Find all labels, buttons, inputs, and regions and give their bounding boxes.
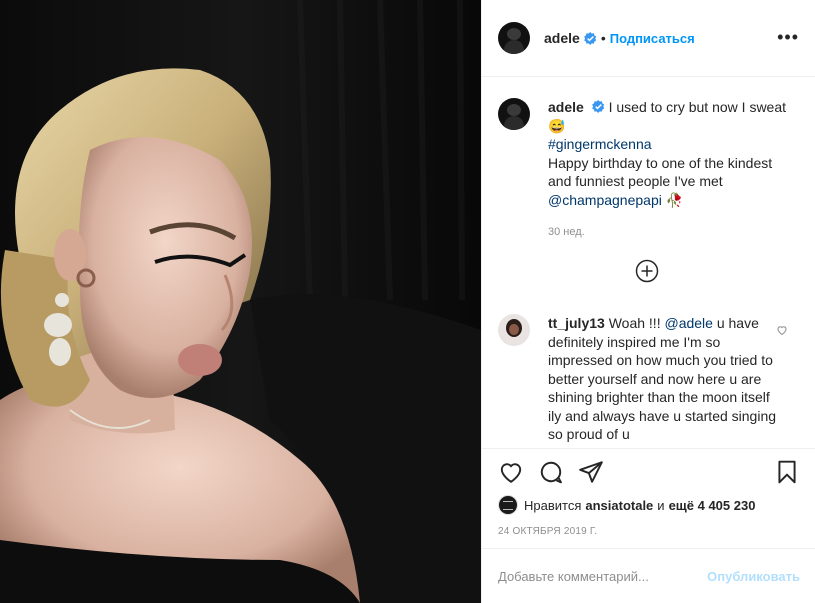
liker-avatar[interactable] (498, 495, 518, 515)
caption-username[interactable]: adele (548, 99, 584, 115)
publish-button[interactable]: Опубликовать (707, 569, 800, 584)
verified-icon (583, 31, 597, 45)
caption-text-1: I used to cry but now I sweat (608, 99, 787, 115)
comment-body: tt_july13 Woah !!! @adele u have definit… (548, 314, 778, 444)
likes-middle: и (657, 497, 665, 513)
caption-avatar[interactable] (498, 98, 530, 130)
action-bar: Нравится ansiatotale и ещё 4 405 230 24 … (482, 448, 815, 548)
commenter-username[interactable]: tt_july13 (548, 315, 605, 331)
commenter-avatar[interactable] (498, 314, 530, 346)
author-username[interactable]: adele (544, 30, 580, 46)
load-more-icon[interactable] (635, 259, 659, 283)
author-avatar[interactable] (498, 22, 530, 54)
post-header: adele • Подписаться ••• (482, 0, 815, 77)
post-photo[interactable] (0, 0, 481, 603)
caption-body: adele I used to cry but now I sweat 😅 #g… (548, 98, 798, 242)
liker-username[interactable]: ansiatotale (585, 498, 653, 513)
add-comment-bar: Добавьте комментарий... Опубликовать (482, 548, 815, 603)
heart-icon[interactable] (498, 459, 524, 485)
comment-icon[interactable] (538, 459, 564, 485)
comment-text-2: u have definitely inspired me I'm so imp… (548, 315, 777, 442)
caption: adele I used to cry but now I sweat 😅 #g… (482, 98, 814, 242)
comment-text-1: Woah !!! (608, 315, 665, 331)
comment-input[interactable]: Добавьте комментарий... (498, 569, 707, 584)
header-separator: • (600, 30, 606, 46)
comment-item: tt_july13 Woah !!! @adele u have definit… (482, 314, 815, 444)
follow-button[interactable]: Подписаться (610, 31, 695, 46)
portrait-image (0, 0, 481, 603)
post-sidebar: adele • Подписаться ••• adele I used to … (481, 0, 815, 603)
caption-emoji: 😅 (548, 117, 566, 134)
comments-list[interactable]: adele I used to cry but now I sweat 😅 #g… (482, 78, 815, 448)
caption-text-2: Happy birthday to one of the kindest and… (548, 154, 773, 190)
likes-summary: Нравится ansiatotale и ещё 4 405 230 (498, 495, 755, 515)
post-modal: adele • Подписаться ••• adele I used to … (0, 0, 815, 603)
hashtag-link[interactable]: #gingermckenna (548, 136, 652, 152)
likes-prefix: Нравится (524, 497, 582, 513)
bookmark-icon[interactable] (774, 459, 800, 485)
comment-like-icon[interactable] (776, 324, 788, 336)
comment-mention-link[interactable]: @adele (664, 315, 712, 331)
caption-emoji-2: 🥀 (665, 191, 684, 208)
more-icon[interactable]: ••• (777, 28, 799, 46)
mention-link[interactable]: @champagnepapi (548, 192, 662, 208)
post-date[interactable]: 24 ОКТЯБРЯ 2019 Г. (498, 526, 597, 537)
share-icon[interactable] (578, 459, 604, 485)
verified-icon (591, 100, 604, 113)
caption-time[interactable]: 30 нед. (548, 223, 798, 242)
likes-count[interactable]: ещё 4 405 230 (669, 498, 756, 513)
